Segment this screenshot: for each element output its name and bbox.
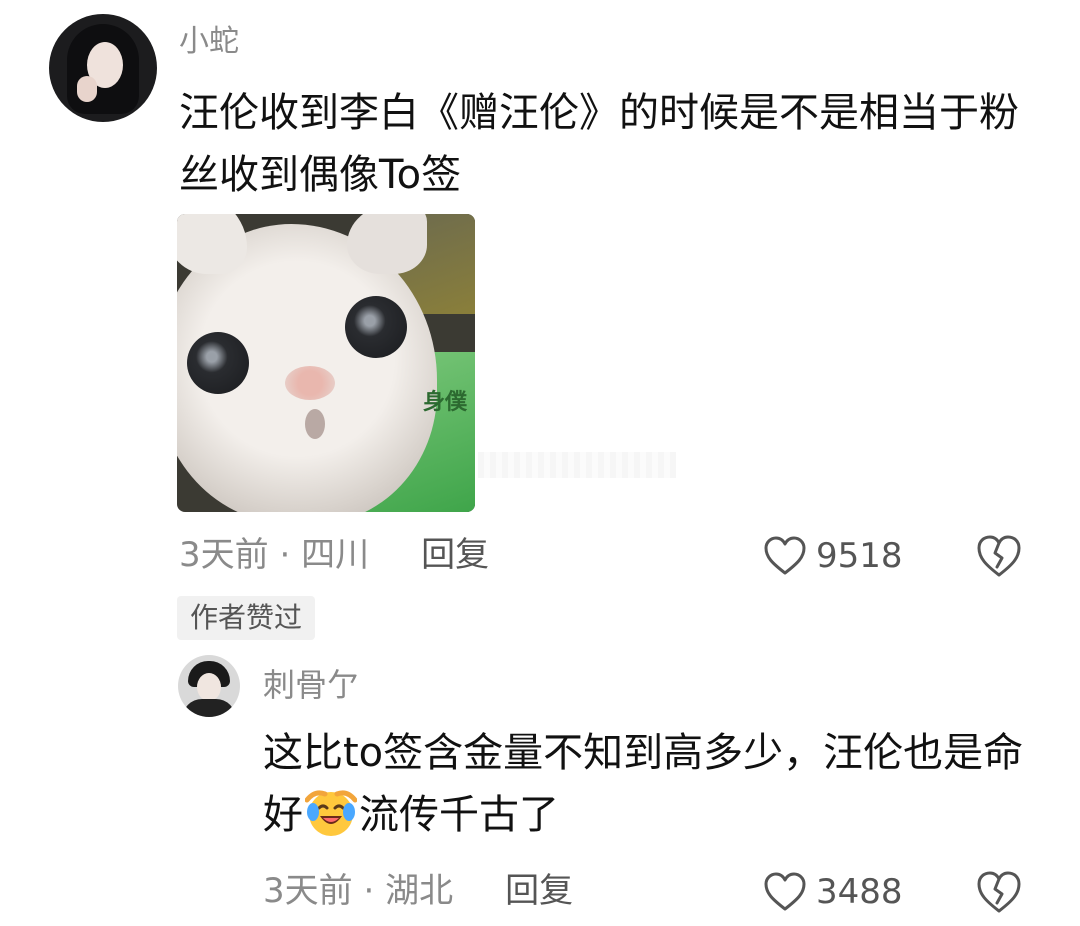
reply-avatar[interactable] <box>178 655 240 717</box>
reply-content: 这比to签含金量不知到高多少，汪伦也是命好 流传千古了 <box>263 722 1043 846</box>
decorative-blur <box>478 452 676 478</box>
cat-eye-right <box>345 296 407 358</box>
reply-username[interactable]: 刺骨亇 <box>263 664 359 706</box>
avatar-shirt <box>182 699 236 717</box>
cat-mouth <box>305 409 325 439</box>
heart-icon <box>764 536 806 575</box>
reply-button[interactable]: 回复 <box>505 871 573 911</box>
author-liked-badge: 作者赞过 <box>177 596 316 640</box>
cat-ear-right <box>347 214 427 274</box>
comment-location: 四川 <box>301 535 370 575</box>
broken-heart-icon <box>977 535 1021 577</box>
image-sign-text: 身僕 <box>423 390 468 415</box>
reply-meta: 3天前 · 湖北 回复 <box>263 871 573 911</box>
dislike-button[interactable] <box>975 533 1023 583</box>
reply-button[interactable]: 回复 <box>421 535 489 575</box>
comment-time: 3天前 <box>179 535 269 575</box>
meta-separator: · <box>352 871 386 911</box>
like-count: 3488 <box>816 872 903 912</box>
reply-location: 湖北 <box>385 871 454 911</box>
comment-image[interactable]: 身僕 <box>177 214 475 512</box>
cat-ear-left <box>177 214 247 274</box>
cat-nose <box>285 366 335 400</box>
like-count: 9518 <box>816 536 903 576</box>
reply-like-button[interactable]: 3488 <box>762 871 903 913</box>
comment-username[interactable]: 小蛇 <box>179 22 239 62</box>
broken-heart-icon <box>977 871 1021 913</box>
heart-icon <box>764 872 806 911</box>
meta-separator: · <box>268 535 302 575</box>
avatar-face <box>197 673 221 701</box>
reply-time: 3天前 <box>263 871 353 911</box>
cat-eye-left <box>187 332 249 394</box>
comment-content: 汪伦收到李白《赠汪伦》的时候是不是相当于粉丝收到偶像To签 <box>179 90 1019 198</box>
avatar[interactable] <box>49 14 157 122</box>
laughing-tears-emoji-icon <box>305 790 357 836</box>
reply-dislike-button[interactable] <box>975 869 1023 919</box>
comment-meta: 3天前 · 四川 回复 <box>179 535 489 575</box>
like-button[interactable]: 9518 <box>762 535 903 577</box>
avatar-hand <box>77 76 97 102</box>
reply-text-part2: 流传千古了 <box>359 792 559 838</box>
